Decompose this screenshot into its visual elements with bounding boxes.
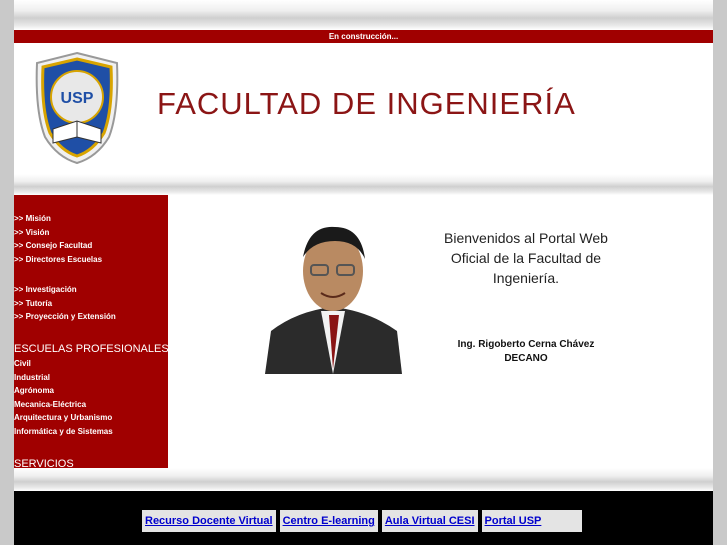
main-content: Bienvenidos al Portal Web Oficial de la … [168,195,713,468]
sidebar-link-investigacion[interactable]: >> Investigación [14,283,116,297]
dean-photo [265,219,402,374]
university-logo: USP [35,51,119,165]
svg-text:USP: USP [61,90,94,107]
sidebar-link-civil[interactable]: Civil [14,357,113,371]
sidebar-link-proyeccion[interactable]: >> Proyección y Extensión [14,310,116,324]
sidebar-link-mecanica-electrica[interactable]: Mecanica-Eléctrica [14,398,113,412]
escuelas-heading: ESCUELAS PROFESIONALES [14,343,168,355]
faculty-title: FACULTAD DE INGENIERÍA [157,86,576,121]
welcome-message: Bienvenidos al Portal Web Oficial de la … [444,230,608,286]
dean-name: Ing. Rigoberto Cerna Chávez [457,339,595,350]
footer: Recurso Docente Virtual Centro E-learnin… [14,491,713,545]
sidebar-link-directores-escuelas[interactable]: >> Directores Escuelas [14,253,102,267]
header: USP FACULTAD DE INGENIERÍA [14,43,713,174]
bottom-gloss-bar [14,468,713,491]
footer-link-portal-usp[interactable]: Portal USP [481,510,582,532]
dean-title: DECANO [504,353,548,364]
sidebar: >> Misión >> Visión >> Consejo Facultad … [14,195,168,468]
top-gloss-bar [14,0,713,30]
sidebar-link-consejo-facultad[interactable]: >> Consejo Facultad [14,239,102,253]
sidebar-link-agronoma[interactable]: Agrónoma [14,384,113,398]
servicios-heading[interactable]: SERVICIOS [14,458,74,468]
footer-link-centro-elearning[interactable]: Centro E-learning [279,510,378,532]
footer-link-recurso-docente[interactable]: Recurso Docente Virtual [142,510,276,532]
sidebar-link-vision[interactable]: >> Visión [14,226,102,240]
construction-banner: En construcción... [14,30,713,43]
footer-link-aula-virtual[interactable]: Aula Virtual CESI [381,510,478,532]
mid-gloss-bar [14,174,713,195]
sidebar-link-informatica[interactable]: Informática y de Sistemas [14,425,113,439]
sidebar-link-industrial[interactable]: Industrial [14,371,113,385]
dean-caption: Ing. Rigoberto Cerna Chávez DECANO [426,338,626,366]
sidebar-link-mision[interactable]: >> Misión [14,212,102,226]
sidebar-link-tutoria[interactable]: >> Tutoría [14,297,116,311]
sidebar-link-arquitectura[interactable]: Arquitectura y Urbanismo [14,411,113,425]
